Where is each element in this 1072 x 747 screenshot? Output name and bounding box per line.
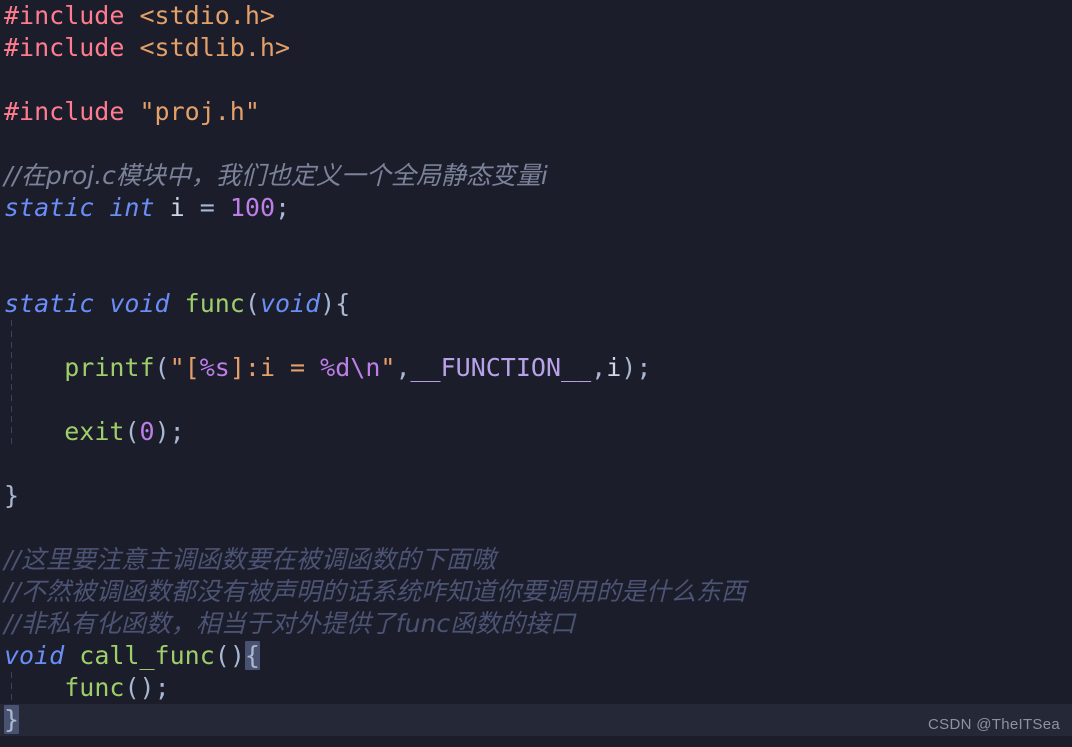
code-line[interactable]: #include "proj.h" [0, 96, 1072, 128]
token-comment-interface: //非私有化函数，相当于对外提供了func函数的接口 [4, 609, 576, 638]
token-format-s: %s [199, 353, 230, 382]
token-keyword-static: static [4, 289, 95, 318]
token-paren-open: ( [244, 289, 260, 318]
token-number-0: 0 [139, 417, 155, 446]
code-line[interactable]: static int i = 100; [0, 192, 1072, 224]
token-escape-newline: \n [350, 353, 381, 382]
code-line[interactable]: #include <stdio.h> [0, 0, 1072, 32]
token-function-func: func [64, 673, 125, 702]
token-header-stdio: <stdio.h> [139, 1, 275, 30]
token-paren-close: ) [229, 641, 245, 670]
code-line-blank[interactable] [0, 64, 1072, 96]
token-brace-close: } [4, 481, 20, 510]
code-line[interactable]: func(); [0, 672, 1072, 704]
code-line-blank[interactable] [0, 320, 1072, 352]
token-header-proj: "proj.h" [139, 97, 260, 126]
token-variable-i: i [169, 193, 185, 222]
token-brace-close-matched: } [4, 705, 20, 734]
token-keyword-void: void [4, 641, 65, 670]
token-paren-close: ) [154, 417, 170, 446]
token-preprocessor: #include [4, 33, 125, 62]
token-string-bracket-close: ] [229, 353, 245, 382]
code-line[interactable]: #include <stdlib.h> [0, 32, 1072, 64]
token-format-d: %d [320, 353, 351, 382]
token-paren-open: ( [124, 417, 140, 446]
code-line[interactable]: static void func(void){ [0, 288, 1072, 320]
token-comment-proj: //在proj.c模块中，我们也定义一个全局静态变量i [4, 161, 548, 190]
token-paren-close: ) [139, 673, 155, 702]
code-line[interactable]: exit(0); [0, 416, 1072, 448]
token-semicolon: ; [636, 353, 652, 382]
token-preprocessor: #include [4, 1, 125, 30]
token-paren-open: ( [154, 353, 170, 382]
code-line[interactable]: printf("[%s]:i = %d\n",__FUNCTION__,i); [0, 352, 1072, 384]
token-paren-close: ) [320, 289, 336, 318]
code-line-blank[interactable] [0, 128, 1072, 160]
token-keyword-void: void [259, 289, 321, 318]
token-string-quote: " [169, 353, 185, 382]
token-paren-close: ) [621, 353, 637, 382]
token-string-quote: " [380, 353, 396, 382]
code-line-comment[interactable]: //在proj.c模块中，我们也定义一个全局静态变量i [0, 160, 1072, 192]
code-line-blank[interactable] [0, 224, 1072, 256]
code-line-active[interactable]: } [0, 704, 1072, 736]
token-number-100: 100 [229, 193, 275, 222]
token-comment-order: //这里要注意主调函数要在被调函数的下面嗷 [4, 545, 496, 574]
token-keyword-static: static [4, 193, 95, 222]
code-line-comment[interactable]: //不然被调函数都没有被声明的话系统咋知道你要调用的是什么东西 [0, 576, 1072, 608]
code-line-comment[interactable]: //非私有化函数，相当于对外提供了func函数的接口 [0, 608, 1072, 640]
token-keyword-int: int [109, 193, 155, 222]
token-comma: , [395, 353, 411, 382]
token-comment-declare: //不然被调函数都没有被声明的话系统咋知道你要调用的是什么东西 [4, 577, 746, 606]
token-macro-function: __FUNCTION__ [410, 353, 592, 382]
token-string-bracket-open: [ [184, 353, 200, 382]
code-line[interactable]: } [0, 480, 1072, 512]
token-header-stdlib: <stdlib.h> [139, 33, 290, 62]
code-line-blank[interactable] [0, 512, 1072, 544]
token-function-func: func [184, 289, 245, 318]
token-function-call-func: call_func [79, 641, 215, 670]
token-variable-i: i [606, 353, 622, 382]
token-semicolon: ; [275, 193, 291, 222]
token-preprocessor: #include [4, 97, 125, 126]
code-editor[interactable]: #include <stdio.h> #include <stdlib.h> #… [0, 0, 1072, 747]
token-comma: , [591, 353, 607, 382]
token-semicolon: ; [154, 673, 170, 702]
token-function-exit: exit [64, 417, 125, 446]
token-paren-open: ( [124, 673, 140, 702]
token-string-body: :i = [244, 353, 321, 382]
token-function-printf: printf [64, 353, 155, 382]
code-content[interactable]: #include <stdio.h> #include <stdlib.h> #… [0, 0, 1072, 736]
code-line-blank[interactable] [0, 384, 1072, 416]
token-brace-open-matched: { [244, 641, 260, 670]
code-line[interactable]: void call_func(){ [0, 640, 1072, 672]
code-line-comment[interactable]: //这里要注意主调函数要在被调函数的下面嗷 [0, 544, 1072, 576]
token-operator-assign: = [199, 193, 215, 222]
code-line-blank[interactable] [0, 448, 1072, 480]
token-semicolon: ; [169, 417, 185, 446]
code-line-blank[interactable] [0, 256, 1072, 288]
token-keyword-void: void [109, 289, 170, 318]
token-paren-open: ( [214, 641, 230, 670]
token-brace-open: { [335, 289, 351, 318]
